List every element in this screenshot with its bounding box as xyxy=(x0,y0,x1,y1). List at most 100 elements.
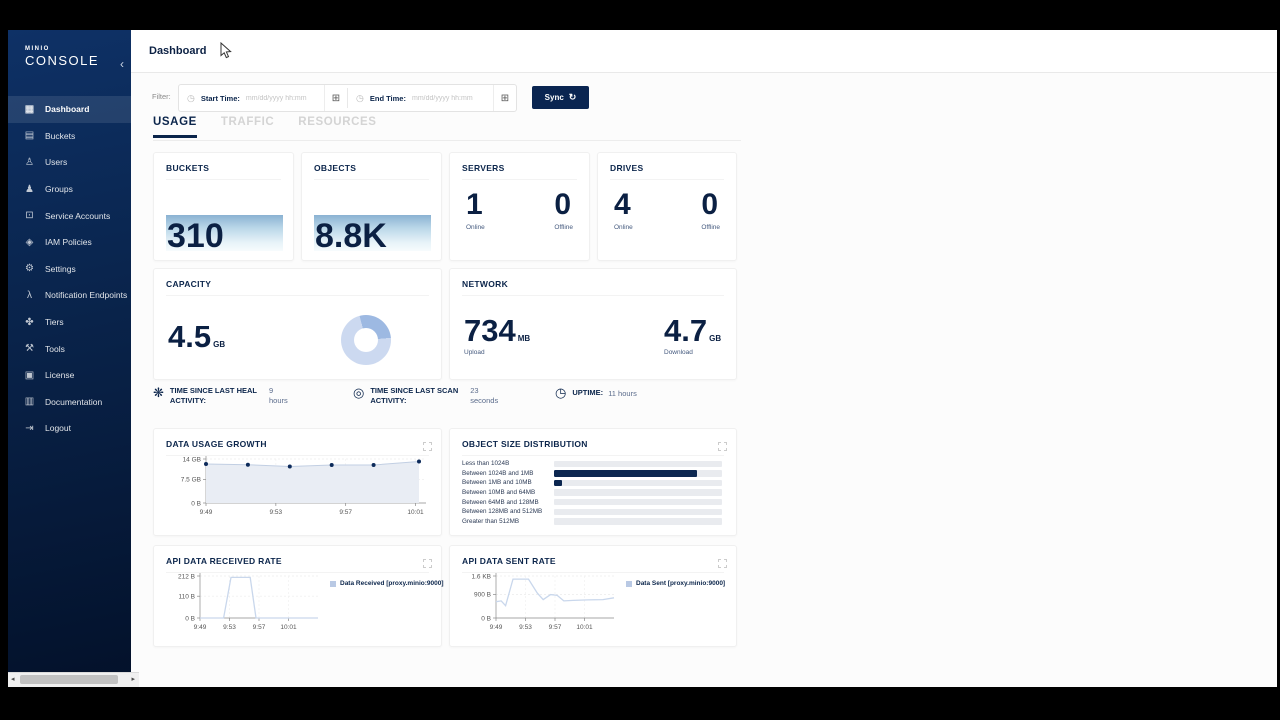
calendar-icon[interactable]: ⊞ xyxy=(493,85,516,111)
sidebar-item-tools[interactable]: ⚒ Tools xyxy=(8,335,131,362)
servers-card-title: SERVERS xyxy=(462,153,577,180)
svg-text:9:53: 9:53 xyxy=(519,624,532,631)
drives-card: DRIVES 4 Online 0 Offline xyxy=(597,152,737,261)
uptime-status: ◷ UPTIME: 11 hours xyxy=(555,386,741,400)
end-time-label: End Time: xyxy=(369,93,406,103)
groups-icon: ♟ xyxy=(25,183,34,195)
logo-minio-text: MINIO xyxy=(25,46,50,52)
sidebar-item-license[interactable]: ▣ License xyxy=(8,362,131,389)
sidebar-item-users[interactable]: ♙ Users xyxy=(8,149,131,176)
end-time-input[interactable]: mm/dd/yyyy hh:mm xyxy=(412,95,493,102)
servers-online-count: 1 xyxy=(466,188,483,221)
start-time-field[interactable]: ◷ Start Time: mm/dd/yyyy hh:mm ⊞ xyxy=(179,85,347,111)
sidebar-item-label: Groups xyxy=(45,184,73,195)
sidebar-item-dashboard[interactable]: ▦ Dashboard xyxy=(8,96,131,123)
sidebar-item-notification-endpoints[interactable]: λ Notification Endpoints xyxy=(8,282,131,309)
distribution-category-label: Between 10MB and 64MB xyxy=(462,489,536,497)
svg-text:0 B: 0 B xyxy=(191,500,201,507)
network-download-metric: 4.7 GB Download xyxy=(664,315,721,356)
drives-card-title: DRIVES xyxy=(610,153,724,180)
tab-traffic[interactable]: TRAFFIC xyxy=(221,116,274,138)
capacity-card-title: CAPACITY xyxy=(166,269,429,296)
upload-unit: MB xyxy=(517,334,531,343)
svg-text:9:49: 9:49 xyxy=(194,624,207,631)
sidebar-item-service-accounts[interactable]: ⊡ Service Accounts xyxy=(8,202,131,229)
api-data-sent-card: API DATA SENT RATE 0 B 900 B 1.6 KB 9:49 9:5… xyxy=(449,545,737,647)
data-usage-growth-chart: 0 B 7.5 GB 14 GB 9:49 9:53 9:57 10:01 xyxy=(162,453,438,534)
expand-icon[interactable] xyxy=(423,555,432,573)
svg-text:110 B: 110 B xyxy=(178,594,195,601)
license-icon: ▣ xyxy=(24,369,35,381)
sidebar-item-iam-policies[interactable]: ◈ IAM Policies xyxy=(8,229,131,256)
sidebar-item-tiers[interactable]: ✤ Tiers xyxy=(8,309,131,336)
scroll-right-arrow-icon[interactable]: ▸ xyxy=(131,676,135,684)
sidebar-collapse-chevron-icon[interactable]: ‹ xyxy=(120,57,124,71)
buckets-card-title: BUCKETS xyxy=(166,153,281,180)
servers-card: SERVERS 1 Online 0 Offline xyxy=(449,152,590,261)
drives-offline-metric: 0 Offline xyxy=(701,188,720,232)
sidebar-item-settings[interactable]: ⚙ Settings xyxy=(8,256,131,283)
distribution-category-label: Less than 1024B xyxy=(462,460,510,468)
calendar-icon[interactable]: ⊞ xyxy=(324,85,347,111)
scan-icon: ◎ xyxy=(353,385,365,400)
sidebar-item-logout[interactable]: ⇥ Logout xyxy=(8,415,131,442)
sidebar-item-label: Tools xyxy=(45,343,65,354)
object-size-distribution-chart: Less than 1024B Between 1024B and 1MB Betw… xyxy=(462,459,722,526)
mouse-cursor xyxy=(220,42,232,59)
app-window: MINIO CONSOLE ‹ ▦ Dashboard ▤ Buckets ♙ Users… xyxy=(8,30,1277,687)
svg-text:9:57: 9:57 xyxy=(549,624,562,631)
tab-usage[interactable]: USAGE xyxy=(153,116,197,138)
heal-label: TIME SINCE LAST HEAL xyxy=(169,386,257,395)
svg-text:9:49: 9:49 xyxy=(200,509,213,516)
objects-count: 8.8K xyxy=(315,217,387,255)
scan-label: TIME SINCE LAST SCAN xyxy=(370,386,459,395)
sync-button[interactable]: Sync ↻ xyxy=(532,86,589,109)
expand-icon[interactable] xyxy=(718,555,727,573)
distribution-row: Between 10MB and 64MB xyxy=(462,488,722,498)
horizontal-scrollbar[interactable]: ◂ ▸ xyxy=(8,672,139,687)
api-data-received-title: API DATA RECEIVED RATE xyxy=(166,546,429,573)
drives-online-count: 4 xyxy=(614,188,631,221)
heal-value: 9 xyxy=(269,386,274,395)
scroll-left-arrow-icon[interactable]: ◂ xyxy=(11,676,15,684)
status-row: ❋ TIME SINCE LAST HEAL ACTIVITY: 9 hours… xyxy=(153,386,741,406)
scrollbar-thumb[interactable] xyxy=(20,675,118,684)
sidebar-item-label: Documentation xyxy=(45,396,103,407)
drives-offline-count: 0 xyxy=(701,188,719,221)
end-time-field[interactable]: ◷ End Time: mm/dd/yyyy hh:mm ⊞ xyxy=(348,85,516,111)
api-data-received-card: API DATA RECEIVED RATE 0 B 110 B 212 B 9:49… xyxy=(153,545,444,647)
sidebar-item-label: Dashboard xyxy=(45,104,90,115)
upload-value: 734 xyxy=(464,313,516,348)
api-data-received-chart: 0 B 110 B 212 B 9:49 9:53 9:57 10:01 xyxy=(162,570,328,651)
download-unit: GB xyxy=(709,334,722,343)
tab-bar: USAGE TRAFFIC RESOURCES xyxy=(153,116,377,138)
distribution-bar-track xyxy=(554,518,722,525)
distribution-category-label: Between 1MB and 10MB xyxy=(462,479,532,487)
online-label: Online xyxy=(466,224,485,231)
sidebar-item-groups[interactable]: ♟ Groups xyxy=(8,176,131,203)
clock-icon: ◷ xyxy=(356,92,364,103)
sidebar-item-label: Users xyxy=(45,157,68,168)
objects-metric: 8.8K xyxy=(302,183,441,260)
scan-unit: seconds xyxy=(470,396,499,405)
svg-text:0 B: 0 B xyxy=(185,615,195,622)
distribution-row: Between 64MB and 128MB xyxy=(462,497,722,507)
sidebar-item-documentation[interactable]: ▥ Documentation xyxy=(8,389,131,416)
distribution-row: Less than 1024B xyxy=(462,459,722,469)
sidebar-item-buckets[interactable]: ▤ Buckets xyxy=(8,123,131,150)
heal-unit: hours xyxy=(269,396,288,405)
start-time-input[interactable]: mm/dd/yyyy hh:mm xyxy=(246,95,324,102)
legend-swatch xyxy=(626,580,632,587)
distribution-category-label: Between 64MB and 128MB xyxy=(462,498,539,506)
filter-label: Filter: xyxy=(152,92,171,101)
data-usage-growth-card: DATA USAGE GROWTH 0 B 7.5 GB 14 GB 9:49 9:53… xyxy=(153,428,442,536)
svg-text:900 B: 900 B xyxy=(474,592,491,599)
objects-card: OBJECTS 8.8K xyxy=(301,152,442,261)
sidebar-item-label: IAM Policies xyxy=(45,237,92,248)
objects-card-title: OBJECTS xyxy=(314,153,429,180)
legend-swatch xyxy=(330,580,336,587)
tab-resources[interactable]: RESOURCES xyxy=(298,116,376,138)
expand-icon[interactable] xyxy=(718,438,727,456)
capacity-donut-chart xyxy=(341,315,391,365)
buckets-card: BUCKETS 310 xyxy=(153,152,294,261)
